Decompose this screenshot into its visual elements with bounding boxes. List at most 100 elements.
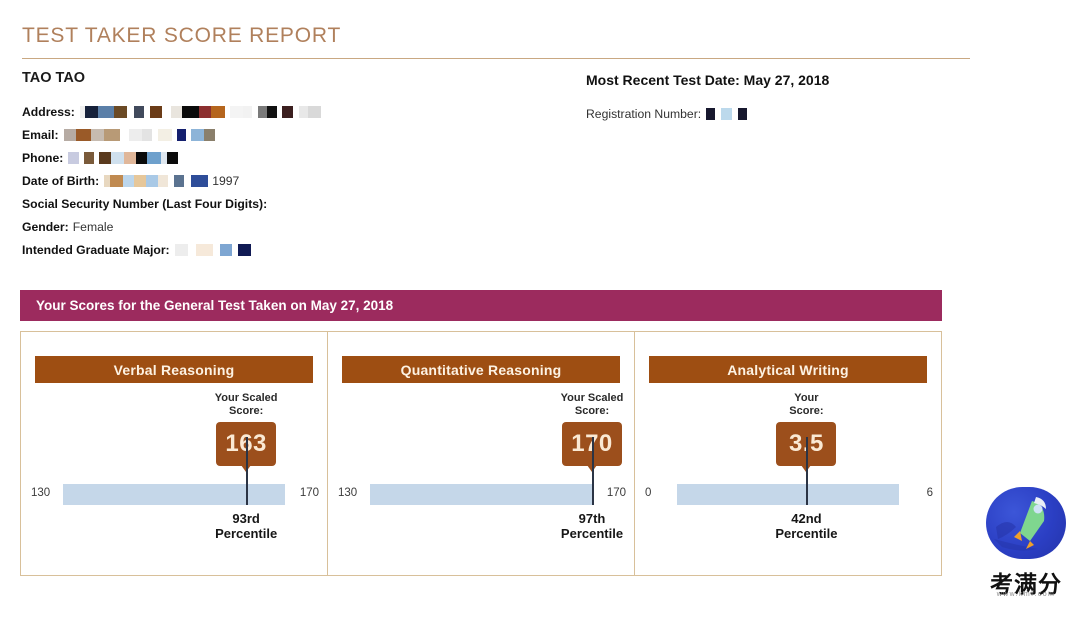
redacted-value xyxy=(68,151,179,164)
scale-max-label: 170 xyxy=(299,487,319,499)
redaction-block xyxy=(738,108,748,120)
scale-min-label: 0 xyxy=(645,487,652,499)
percentile-word: Percentile xyxy=(775,526,838,541)
scale-min-label: 130 xyxy=(31,487,51,499)
identity-row: Phone: xyxy=(22,146,582,169)
panel-header: Analytical Writing xyxy=(649,356,927,383)
globe-icon xyxy=(986,487,1066,559)
identity-row: Date of Birth: 1997 xyxy=(22,169,582,192)
panel-header: Verbal Reasoning xyxy=(35,356,313,383)
identity-label: Email: xyxy=(22,127,59,142)
redaction-block xyxy=(181,105,199,118)
redacted-value xyxy=(104,174,209,187)
percentile: 93rd Percentile xyxy=(166,511,326,541)
redaction-block xyxy=(103,128,120,141)
redaction-block xyxy=(126,105,134,118)
score-report-page: { "report": { "title": "TEST TAKER SCORE… xyxy=(0,0,1080,622)
redacted-value xyxy=(63,128,215,141)
score-marker xyxy=(246,437,248,505)
percentile-number: 42nd xyxy=(791,511,822,526)
redaction-block xyxy=(147,151,162,164)
redaction-block xyxy=(229,105,243,118)
panel-header: Quantitative Reasoning xyxy=(342,356,620,383)
most-recent-test-date: Most Recent Test Date: May 27, 2018 xyxy=(586,72,830,88)
identity-row: Social Security Number (Last Four Digits… xyxy=(22,192,582,215)
identity-label: Gender: xyxy=(22,219,69,234)
redaction-block xyxy=(63,128,76,141)
redaction-block xyxy=(237,243,251,256)
redaction-block xyxy=(124,151,137,164)
redaction-block xyxy=(176,128,186,141)
redaction-block xyxy=(97,105,114,118)
scores-banner-label: Your Scores for the General Test Taken o… xyxy=(36,298,394,313)
redaction-block xyxy=(184,174,192,187)
redaction-block xyxy=(99,151,112,164)
identity-label: Phone: xyxy=(22,150,64,165)
watermark-url: www.kmf.com xyxy=(996,591,1056,598)
identity-label: Address: xyxy=(22,104,75,119)
redaction-block xyxy=(161,105,171,118)
redaction-block xyxy=(198,105,211,118)
redaction-block xyxy=(84,105,98,118)
redaction-block xyxy=(90,128,104,141)
scores-banner: Your Scores for the General Test Taken o… xyxy=(20,290,942,321)
redaction-block xyxy=(141,128,152,141)
redaction-block xyxy=(111,151,125,164)
scale-bar xyxy=(370,484,592,505)
redaction-block xyxy=(157,128,172,141)
redacted-value xyxy=(79,105,321,118)
redaction-block xyxy=(190,128,204,141)
scale-max-label: 170 xyxy=(606,487,626,499)
identity-label: Intended Graduate Major: xyxy=(22,242,170,257)
scores-frame: Verbal Reasoning Your Scaled Score: 163 130… xyxy=(20,331,942,576)
rocket-icon xyxy=(994,497,1046,551)
redaction-block xyxy=(134,174,147,187)
score-marker xyxy=(592,437,594,505)
score-caption: Your Scaled Score: xyxy=(560,392,624,417)
redaction-block xyxy=(158,174,169,187)
redaction-block xyxy=(119,128,129,141)
redaction-block xyxy=(174,174,185,187)
scale-bar xyxy=(63,484,285,505)
score-panel: Quantitative Reasoning Your Scaled Score:… xyxy=(327,332,634,575)
percentile: 42nd Percentile xyxy=(726,511,886,541)
score-panel: Analytical Writing Your Score: 3.5 0 6 42nd Pe… xyxy=(634,332,941,575)
identity-value: 1997 xyxy=(212,173,240,188)
score-panel: Verbal Reasoning Your Scaled Score: 163 130… xyxy=(21,332,327,575)
score-scale: 130 170 xyxy=(21,437,327,506)
redaction-block xyxy=(136,151,148,164)
percentile-word: Percentile xyxy=(560,526,624,541)
redaction-block xyxy=(212,243,220,256)
redaction-block xyxy=(128,128,142,141)
identity-label: Date of Birth: xyxy=(22,173,100,188)
score-marker xyxy=(806,437,809,505)
redaction-block xyxy=(113,105,127,118)
redaction-block xyxy=(110,174,124,187)
redaction-block xyxy=(68,151,80,164)
redaction-block xyxy=(146,174,159,187)
panel-title: Verbal Reasoning xyxy=(113,361,235,378)
redaction-block xyxy=(242,105,252,118)
redaction-block xyxy=(170,105,182,118)
redaction-block xyxy=(307,105,321,118)
redaction-block xyxy=(84,151,95,164)
identity-row: Email: xyxy=(22,123,582,146)
identity-rows: Address: Email: Phone: Date of Birth: 1997 So… xyxy=(22,100,582,261)
watermark-logo: 考满分 www.kmf.com xyxy=(978,487,1074,615)
score-caption: Your Scaled Score: xyxy=(214,392,278,417)
redaction-block xyxy=(133,105,144,118)
test-taker-name: TAO TAO xyxy=(22,70,86,86)
redaction-block xyxy=(219,243,232,256)
test-taker-info: TAO TAO Address: Email: Phone: Date of Birt… xyxy=(22,70,582,261)
redaction-block xyxy=(167,151,179,164)
scale-min-label: 130 xyxy=(338,487,358,499)
percentile-word: Percentile xyxy=(215,526,278,541)
percentile-number: 93rd xyxy=(232,511,260,526)
score-caption: Your Score: xyxy=(789,392,824,417)
redaction-block xyxy=(187,243,196,256)
score-scale: 130 170 xyxy=(328,437,634,506)
registration-number-label: Registration Number: xyxy=(586,107,702,121)
redaction-block xyxy=(195,243,213,256)
redaction-block xyxy=(191,174,209,187)
redaction-block xyxy=(721,108,733,120)
